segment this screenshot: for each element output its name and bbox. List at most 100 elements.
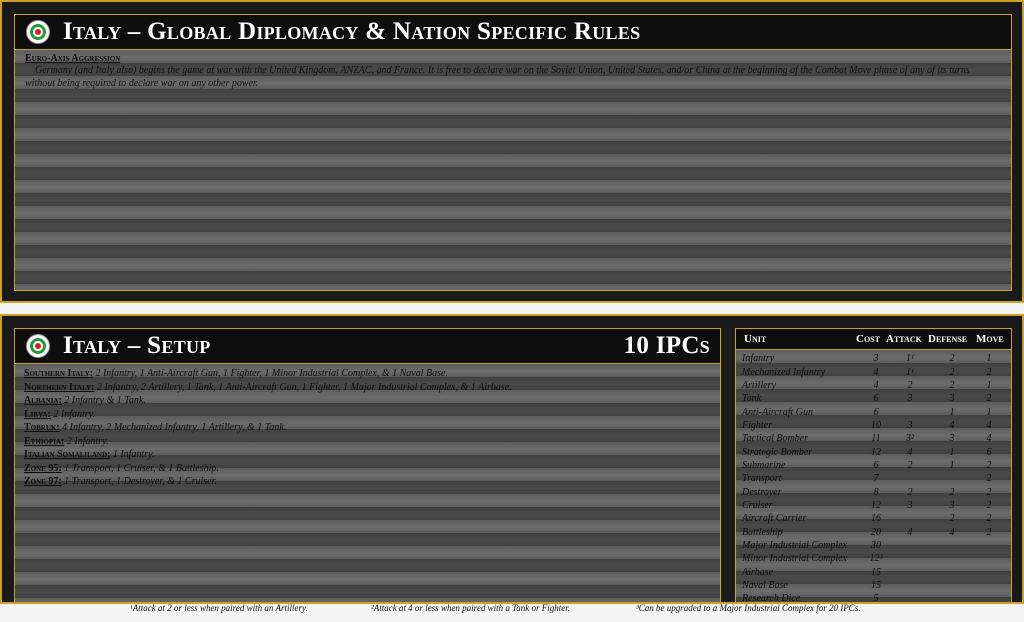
cell-cost: 3 xyxy=(873,353,879,365)
cell-cost: 6 xyxy=(873,459,879,471)
setup-list-area: Southern Italy: 2 Infantry, 1 Anti-Aircr… xyxy=(14,363,721,603)
table-row: Aircraft Carrier 16 2 2 xyxy=(742,512,1004,525)
cell-unit: Mechanized Infantry xyxy=(742,366,826,378)
cell-move: 1 xyxy=(986,353,992,365)
setup-units: 2 Infantry, 1 Anti-Aircraft Gun, 1 Fight… xyxy=(95,368,448,379)
setup-units: 4 Infantry, 2 Mechanized Infantry, 1 Art… xyxy=(62,422,287,433)
cell-defense: 2 xyxy=(949,379,955,391)
header-move: Move xyxy=(976,333,1004,345)
cell-cost: 12 xyxy=(871,446,881,458)
setup-units: 2 Infantry. xyxy=(66,435,109,447)
cell-cost: 4 xyxy=(873,366,879,378)
cell-unit: Anti-Aircraft Gun xyxy=(742,406,814,418)
cell-attack: 4 xyxy=(907,526,913,538)
setup-units: 2 Infantry, 2 Artillery, 1 Tank, 1 Anti-… xyxy=(96,381,512,393)
cell-attack: 2 xyxy=(907,379,913,391)
cell-attack: 2 xyxy=(907,459,913,471)
cell-attack xyxy=(890,405,930,418)
cell-unit: Destroyer xyxy=(742,486,782,498)
cell-move: 6 xyxy=(986,446,992,458)
list-item: Southern Italy: 2 Infantry, 1 Anti-Aircr… xyxy=(24,367,512,381)
cell-unit: Tank xyxy=(742,393,762,405)
footnote-3: ³Can be upgraded to a Major Industrial C… xyxy=(636,603,861,613)
cell-defense xyxy=(930,592,974,605)
header-attack: Attack xyxy=(886,333,922,345)
cell-unit: Fighter xyxy=(742,419,772,431)
cell-unit: Cruiser xyxy=(742,499,773,511)
list-item: Tobruk: 4 Infantry, 2 Mechanized Infantr… xyxy=(24,421,512,435)
cell-move: 2 xyxy=(986,499,992,511)
header-cost: Cost xyxy=(856,333,880,345)
cell-unit: Infantry xyxy=(742,353,775,365)
cell-cost: 11 xyxy=(871,433,881,445)
cell-defense: 2 xyxy=(949,353,955,365)
footnote-1: ¹Attack at 2 or less when paired with an… xyxy=(130,603,308,613)
cell-move xyxy=(974,566,1004,579)
setup-panel: Southern Italy: 2 Infantry, 1 Anti-Aircr… xyxy=(0,314,1024,604)
cell-cost: 7 xyxy=(873,473,879,485)
rule-heading: Euro-Axis Aggression xyxy=(25,53,121,64)
table-row: Naval Base 15 xyxy=(742,579,1004,592)
cell-cost: 6 xyxy=(873,406,879,418)
table-row: Airbase 15 xyxy=(742,566,1004,579)
cell-cost: 4 xyxy=(873,379,879,391)
list-item: Zone 95: 1 Transport, 1 Cruiser, & 1 Bat… xyxy=(24,462,512,476)
cell-unit: Submarine xyxy=(742,459,786,471)
cell-defense: 3 xyxy=(949,499,955,511)
setup-region: Tobruk: xyxy=(24,422,60,433)
cell-move: 4 xyxy=(986,419,992,431)
cell-attack: 3 xyxy=(907,393,913,405)
setup-region: Albania: xyxy=(24,395,62,406)
diplomacy-title-bar: Italy – Global Diplomacy & Nation Specif… xyxy=(14,14,1012,50)
list-item: Ethiopia: 2 Infantry. xyxy=(24,435,512,449)
cell-attack: 1¹ xyxy=(906,366,914,378)
cell-attack: 2 xyxy=(907,486,913,498)
cell-attack xyxy=(890,566,930,579)
cell-attack: 1¹ xyxy=(906,353,914,365)
cell-move: 4 xyxy=(986,433,992,445)
header-unit: Unit xyxy=(744,333,767,345)
table-row: Transport 7 2 xyxy=(742,472,1004,485)
cell-unit: Naval Base xyxy=(742,580,788,592)
header-defense: Defense xyxy=(928,333,968,345)
setup-units: 2 Infantry & 1 Tank. xyxy=(64,395,146,406)
cell-attack xyxy=(890,472,930,485)
cell-defense xyxy=(930,579,974,592)
cell-cost: 8 xyxy=(873,486,879,498)
table-row: Infantry 3 1¹ 2 1 xyxy=(742,352,1004,365)
cell-move: 2 xyxy=(986,486,992,498)
cell-defense xyxy=(930,472,974,485)
cell-unit: Airbase xyxy=(742,566,774,578)
list-item: Albania: 2 Infantry & 1 Tank. xyxy=(24,394,512,408)
setup-list: Southern Italy: 2 Infantry, 1 Anti-Aircr… xyxy=(24,367,512,489)
cell-cost: 16 xyxy=(871,513,881,525)
cell-defense: 2 xyxy=(949,486,955,498)
table-row: Battleship 20 4 4 2 xyxy=(742,525,1004,538)
cell-defense: 1 xyxy=(949,406,955,418)
setup-units: 1 Transport, 1 Destroyer, & 1 Cruiser. xyxy=(64,476,217,487)
list-item: Northern Italy: 2 Infantry, 2 Artillery,… xyxy=(24,381,512,395)
cell-attack: 3² xyxy=(906,433,914,445)
cell-move: 1 xyxy=(986,406,992,418)
setup-units: 2 Infantry. xyxy=(53,408,96,420)
setup-units: 1 Transport, 1 Cruiser, & 1 Battleship. xyxy=(64,462,219,474)
list-item: Zone 97: 1 Transport, 1 Destroyer, & 1 C… xyxy=(24,475,512,489)
cell-move: 2 xyxy=(986,366,992,378)
table-row: Destroyer 8 2 2 2 xyxy=(742,485,1004,498)
setup-region: Zone 97: xyxy=(24,476,62,487)
cell-defense xyxy=(930,552,974,565)
setup-title: Italy – Setup xyxy=(63,332,211,359)
table-row: Submarine 6 2 1 2 xyxy=(742,459,1004,472)
cell-attack xyxy=(890,579,930,592)
setup-units: 1 Infantry. xyxy=(112,449,155,460)
cell-unit: Artillery xyxy=(742,379,776,391)
cell-move: 2 xyxy=(986,526,992,538)
cell-attack xyxy=(890,592,930,605)
cell-cost: 20 xyxy=(871,526,881,538)
cell-defense: 1 xyxy=(949,459,955,471)
cell-cost: 15 xyxy=(871,566,881,578)
cell-attack: 3 xyxy=(907,419,913,431)
cell-unit: Major Industrial Complex xyxy=(742,539,847,551)
cell-unit: Minor Industrial Complex xyxy=(742,553,847,565)
cell-defense: 3 xyxy=(949,433,955,445)
